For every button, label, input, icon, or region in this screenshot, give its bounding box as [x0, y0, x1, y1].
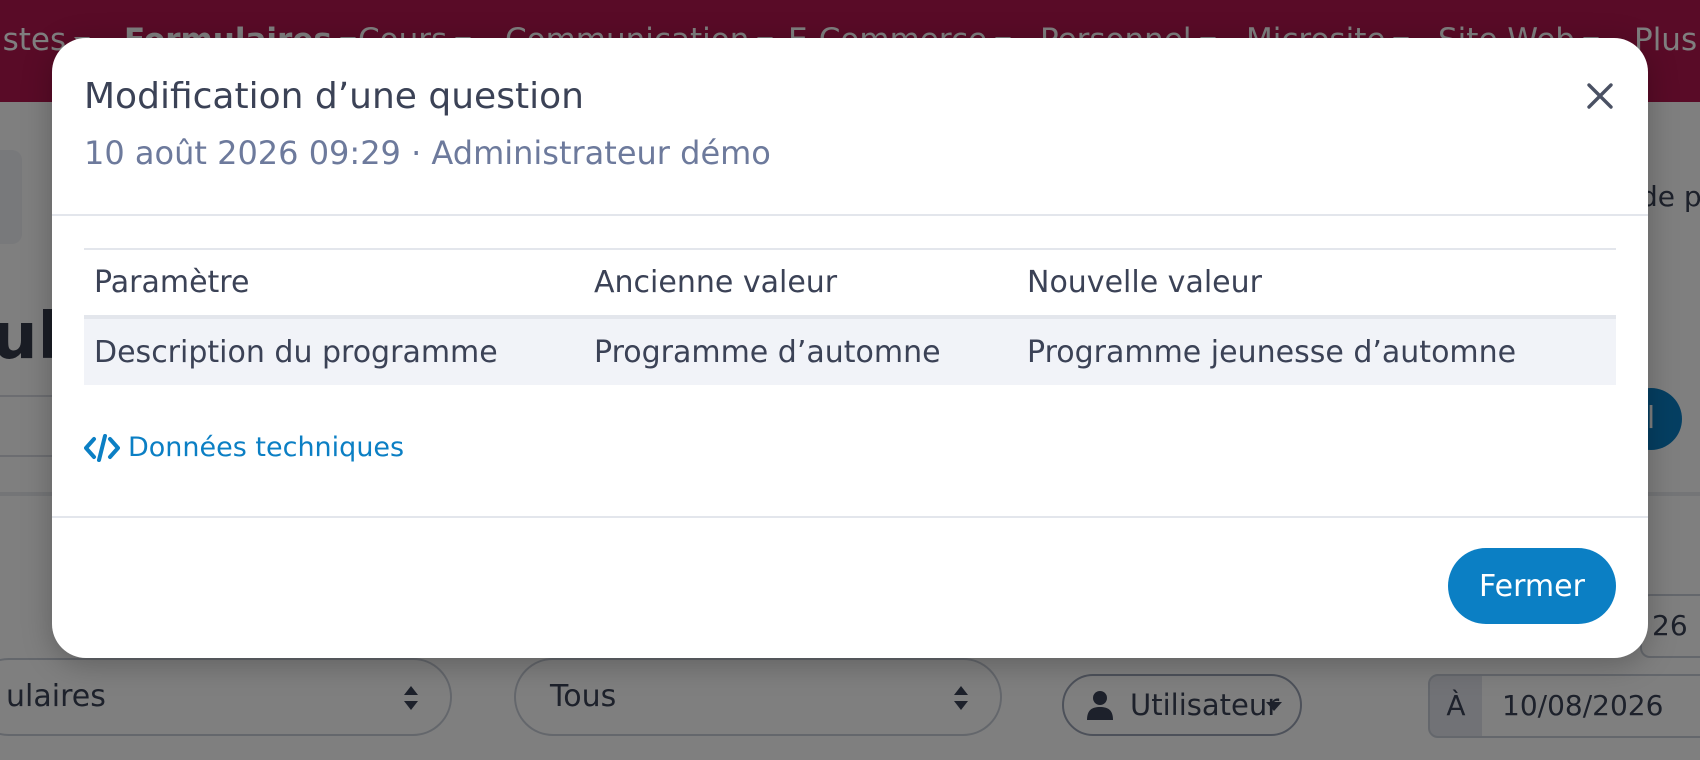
table-row: Description du programme Programme d’aut… [84, 317, 1616, 385]
table-header-row: Paramètre Ancienne valeur Nouvelle valeu… [84, 248, 1616, 319]
modal-header: Modification d’une question 10 août 2026… [52, 38, 1648, 216]
code-icon [84, 433, 120, 462]
cell-parameter: Description du programme [84, 317, 584, 385]
cell-old-value: Programme d’automne [584, 317, 1017, 385]
column-header-old-value: Ancienne valeur [584, 248, 1017, 319]
modal-title: Modification d’une question [84, 76, 584, 117]
technical-data-link[interactable]: Données techniques [84, 432, 404, 463]
close-icon[interactable] [1580, 76, 1620, 116]
column-header-new-value: Nouvelle valeur [1017, 248, 1616, 319]
changes-table: Paramètre Ancienne valeur Nouvelle valeu… [84, 248, 1616, 385]
question-change-modal: Modification d’une question 10 août 2026… [52, 38, 1648, 658]
modal-footer: Fermer [52, 516, 1648, 658]
modal-subtitle: 10 août 2026 09:29 · Administrateur démo [84, 134, 771, 172]
close-button[interactable]: Fermer [1448, 548, 1616, 624]
column-header-parameter: Paramètre [84, 248, 584, 319]
cell-new-value: Programme jeunesse d’automne [1017, 317, 1616, 385]
technical-data-label: Données techniques [128, 432, 405, 463]
